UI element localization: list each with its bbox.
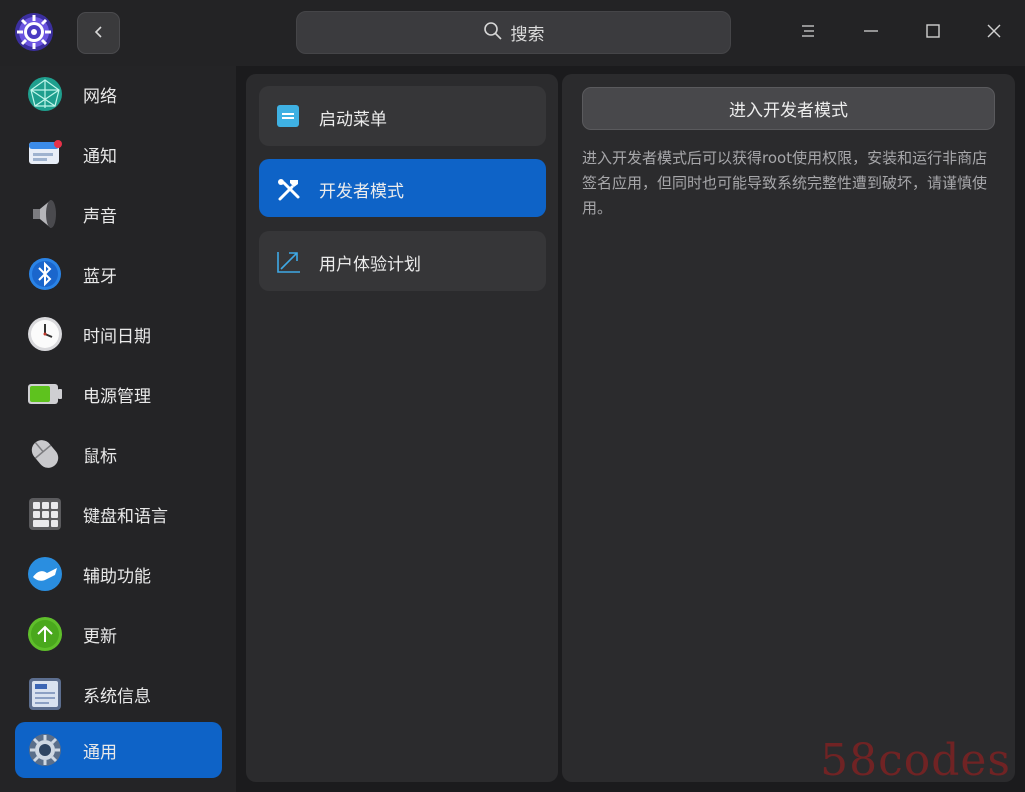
sound-icon: [27, 196, 63, 232]
trend-arrow-icon: [276, 249, 302, 275]
sidebar-item-keyboard[interactable]: 键盘和语言: [15, 486, 222, 542]
menu-item-label: 启动菜单: [319, 110, 387, 130]
sidebar-item-update[interactable]: 更新: [15, 606, 222, 662]
notification-icon: [27, 136, 63, 172]
network-icon: [27, 76, 63, 112]
developer-mode-description: 进入开发者模式后可以获得root使用权限，安装和运行非商店签名应用，但同时也可能…: [582, 149, 988, 217]
minimize-button[interactable]: [854, 16, 888, 50]
menu-item-label: 开发者模式: [319, 182, 404, 202]
search-input[interactable]: 搜索: [296, 11, 731, 54]
sidebar-item-label: 键盘和语言: [83, 506, 168, 527]
menu-item-label: 用户体验计划: [319, 255, 421, 275]
minimize-icon: [863, 23, 879, 43]
sidebar-item-datetime[interactable]: 时间日期: [15, 306, 222, 362]
back-button[interactable]: [77, 12, 120, 54]
title-bar: 搜索: [0, 0, 1025, 66]
content-panel: 进入开发者模式 进入开发者模式后可以获得root使用权限，安装和运行非商店签名应…: [562, 74, 1015, 782]
menu-icon: [800, 23, 816, 43]
submenu-panel: 启动菜单 开发者模式 用户体验计划: [246, 74, 558, 782]
bluetooth-icon: [27, 256, 63, 292]
close-button[interactable]: [977, 16, 1011, 50]
tools-icon: [276, 177, 302, 203]
menu-button[interactable]: [791, 16, 825, 50]
search-placeholder: 搜索: [510, 25, 545, 45]
sidebar-item-label: 电源管理: [83, 386, 151, 407]
close-icon: [986, 23, 1002, 43]
system-info-icon: [27, 676, 63, 712]
maximize-button[interactable]: [916, 16, 950, 50]
sidebar-item-label: 网络: [83, 86, 117, 107]
sidebar-item-label: 通知: [83, 146, 117, 167]
sidebar-item-power[interactable]: 电源管理: [15, 366, 222, 422]
sidebar-item-general[interactable]: 通用: [15, 722, 222, 778]
mouse-icon: [27, 436, 63, 472]
sidebar-item-label: 鼠标: [83, 446, 117, 467]
accessibility-icon: [27, 556, 63, 592]
sidebar-item-label: 时间日期: [83, 326, 151, 347]
sidebar-item-label: 系统信息: [83, 686, 151, 707]
update-icon: [27, 616, 63, 652]
sidebar-item-bluetooth[interactable]: 蓝牙: [15, 246, 222, 302]
general-gear-icon: [27, 732, 63, 768]
clock-icon: [27, 316, 63, 352]
sidebar: 网络 通知 声音 蓝牙 时间日期 电源管理 鼠标 键盘和语言 辅助功能 更新 系…: [0, 66, 236, 792]
enter-developer-mode-button[interactable]: 进入开发者模式: [582, 87, 995, 130]
battery-icon: [27, 376, 63, 412]
sidebar-item-label: 更新: [83, 626, 117, 647]
menu-item-user-experience[interactable]: 用户体验计划: [259, 231, 546, 291]
watermark: 58codes: [820, 735, 1011, 786]
sidebar-item-network[interactable]: 网络: [15, 66, 222, 122]
maximize-icon: [925, 23, 941, 43]
sidebar-item-label: 通用: [83, 742, 117, 763]
search-icon: [483, 21, 503, 45]
sidebar-item-label: 辅助功能: [83, 566, 151, 587]
menu-item-developer-mode[interactable]: 开发者模式: [259, 159, 546, 217]
sidebar-item-accessibility[interactable]: 辅助功能: [15, 546, 222, 602]
sidebar-item-notification[interactable]: 通知: [15, 126, 222, 182]
menu-item-boot-menu[interactable]: 启动菜单: [259, 86, 546, 146]
sidebar-item-system-info[interactable]: 系统信息: [15, 666, 222, 722]
boot-menu-icon: [276, 104, 302, 130]
sidebar-item-mouse[interactable]: 鼠标: [15, 426, 222, 482]
sidebar-item-label: 蓝牙: [83, 266, 117, 287]
sidebar-item-label: 声音: [83, 206, 117, 227]
control-center-gear-icon: [14, 12, 54, 52]
keyboard-icon: [27, 496, 63, 532]
chevron-left-icon: [92, 24, 106, 43]
sidebar-item-sound[interactable]: 声音: [15, 186, 222, 242]
